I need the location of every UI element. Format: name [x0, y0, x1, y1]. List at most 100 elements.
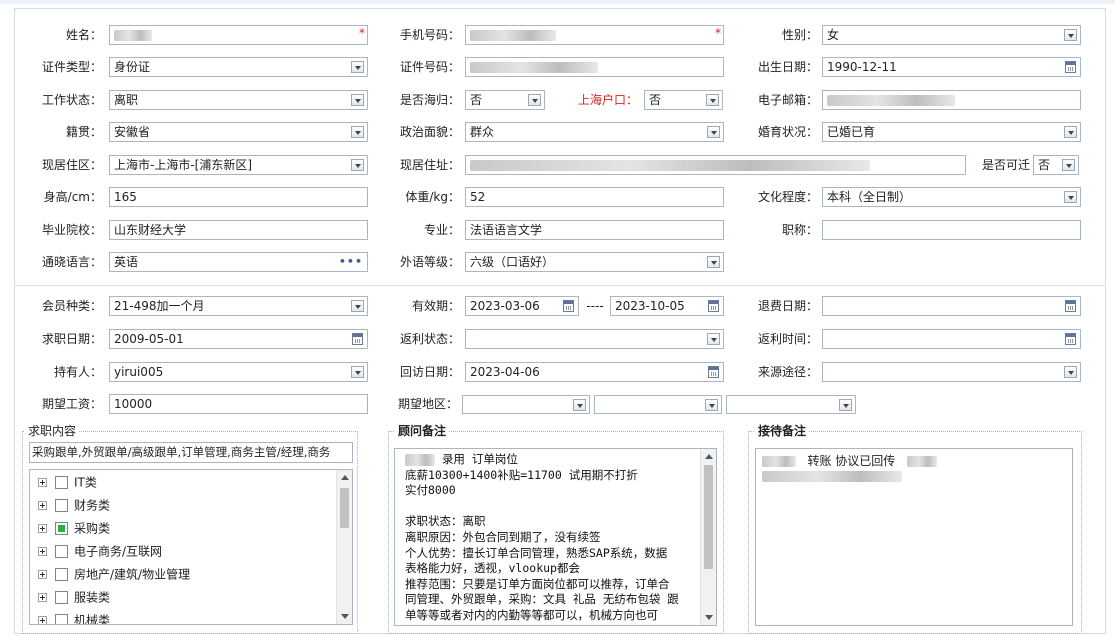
chevron-down-icon[interactable]	[1062, 159, 1075, 171]
tree-scrollbar[interactable]	[336, 470, 352, 624]
returnee-select[interactable]: 否	[465, 90, 545, 110]
calendar-icon[interactable]	[708, 366, 719, 378]
expand-plus-icon[interactable]	[38, 616, 47, 624]
tree-checkbox[interactable]	[55, 568, 68, 581]
tree-item[interactable]: 采购类	[38, 518, 110, 538]
member-type-select[interactable]: 21-498加一个月	[109, 296, 368, 316]
scroll-thumb[interactable]	[340, 488, 349, 528]
school-field[interactable]: 山东财经大学	[109, 220, 368, 240]
valid-to-field[interactable]: 2023-10-05	[610, 296, 724, 316]
chevron-down-icon[interactable]	[351, 300, 364, 312]
political-select[interactable]: 群众	[465, 122, 724, 142]
chevron-down-icon[interactable]	[1064, 191, 1077, 203]
scroll-up-icon[interactable]	[705, 454, 713, 459]
chevron-down-icon[interactable]	[1064, 366, 1077, 378]
notes-scrollbar[interactable]	[700, 449, 716, 625]
scroll-thumb[interactable]	[704, 465, 713, 569]
shanghai-hukou-select[interactable]: 否	[644, 90, 723, 110]
id-number-field[interactable]	[465, 57, 724, 77]
rebate-time-field[interactable]	[822, 329, 1081, 349]
chevron-down-icon[interactable]	[707, 126, 720, 138]
expected-area-province-select[interactable]	[462, 395, 590, 414]
consultant-notes-textarea[interactable]: 录用 订单岗位 底薪10300+1400补贴=11700 试用期不打折 实付80…	[394, 448, 717, 626]
job-seek-date-field[interactable]: 2009-05-01	[109, 329, 368, 349]
chevron-down-icon[interactable]	[707, 256, 720, 268]
name-field[interactable]: *	[109, 25, 368, 45]
job-content-selected-field[interactable]: 采购跟单,外贸跟单/高级跟单,订单管理,商务主管/经理,商务	[29, 442, 353, 463]
scroll-up-icon[interactable]	[341, 475, 349, 480]
job-category-tree[interactable]: IT类财务类采购类电子商务/互联网房地产/建筑/物业管理 服装类机械类	[29, 469, 353, 625]
tree-checkbox[interactable]	[55, 499, 68, 512]
calendar-icon[interactable]	[1065, 333, 1076, 345]
calendar-icon[interactable]	[563, 300, 574, 312]
chevron-down-icon[interactable]	[573, 399, 586, 411]
chevron-down-icon[interactable]	[705, 399, 718, 411]
major-value: 法语语言文学	[470, 223, 543, 237]
expand-plus-icon[interactable]	[38, 570, 47, 579]
major-field[interactable]: 法语语言文学	[465, 220, 724, 240]
tree-checkbox[interactable]	[55, 591, 68, 604]
expected-area-label: 期望地区：	[397, 397, 458, 411]
title-field[interactable]	[822, 220, 1081, 240]
gender-select[interactable]: 女	[822, 25, 1081, 45]
expand-plus-icon[interactable]	[38, 501, 47, 510]
scroll-down-icon[interactable]	[705, 615, 713, 620]
tree-item[interactable]: IT类	[38, 472, 97, 492]
expected-salary-field[interactable]: 10000	[109, 394, 368, 414]
reception-notes-textarea[interactable]: 转账 协议已回传	[755, 448, 1073, 626]
valid-from-field[interactable]: 2023-03-06	[465, 296, 579, 316]
chevron-down-icon[interactable]	[707, 333, 720, 345]
tree-item[interactable]: 服装类	[38, 587, 110, 607]
education-select[interactable]: 本科（全日制）	[822, 187, 1081, 207]
tree-checkbox[interactable]	[55, 614, 68, 624]
expand-plus-icon[interactable]	[38, 593, 47, 602]
expected-area-city-select[interactable]	[594, 395, 722, 414]
residence-address-field[interactable]	[465, 155, 966, 175]
refund-date-field[interactable]	[822, 296, 1081, 316]
chevron-down-icon[interactable]	[839, 399, 852, 411]
more-options-icon[interactable]: •••	[339, 253, 363, 271]
expand-plus-icon[interactable]	[38, 547, 47, 556]
revisit-date-field[interactable]: 2023-04-06	[465, 362, 724, 382]
language-field[interactable]: 英语 •••	[109, 252, 368, 272]
chevron-down-icon[interactable]	[351, 159, 364, 171]
relocate-select[interactable]: 否	[1033, 155, 1079, 175]
calendar-icon[interactable]	[352, 333, 363, 345]
holder-select[interactable]: yirui005	[109, 362, 368, 382]
chevron-down-icon[interactable]	[351, 126, 364, 138]
phone-field[interactable]: *	[465, 25, 724, 45]
birth-date-field[interactable]: 1990-12-11	[822, 57, 1081, 77]
chevron-down-icon[interactable]	[351, 366, 364, 378]
tree-item[interactable]: 机械类	[38, 610, 110, 624]
expand-plus-icon[interactable]	[38, 524, 47, 533]
calendar-icon[interactable]	[1065, 61, 1076, 73]
tree-item[interactable]: 财务类	[38, 495, 110, 515]
chevron-down-icon[interactable]	[351, 61, 364, 73]
weight-field[interactable]: 52	[465, 187, 724, 207]
native-place-select[interactable]: 安徽省	[109, 122, 368, 142]
chevron-down-icon[interactable]	[1064, 29, 1077, 41]
chevron-down-icon[interactable]	[706, 94, 719, 106]
tree-checkbox[interactable]	[55, 476, 68, 489]
tree-item[interactable]: 房地产/建筑/物业管理	[38, 564, 190, 584]
email-field[interactable]	[822, 90, 1081, 110]
scroll-down-icon[interactable]	[341, 614, 349, 619]
expected-area-district-select[interactable]	[726, 395, 856, 414]
id-type-select[interactable]: 身份证	[109, 57, 368, 77]
residence-area-select[interactable]: 上海市-上海市-[浦东新区]	[109, 155, 368, 175]
language-level-select[interactable]: 六级（口语好）	[465, 252, 724, 272]
chevron-down-icon[interactable]	[351, 94, 364, 106]
expand-plus-icon[interactable]	[38, 478, 47, 487]
calendar-icon[interactable]	[708, 300, 719, 312]
tree-item[interactable]: 电子商务/互联网	[38, 541, 162, 561]
marital-select[interactable]: 已婚已育	[822, 122, 1081, 142]
work-status-select[interactable]: 离职	[109, 90, 368, 110]
chevron-down-icon[interactable]	[1064, 126, 1077, 138]
rebate-status-select[interactable]	[465, 329, 724, 349]
source-select[interactable]	[822, 362, 1081, 382]
tree-checkbox[interactable]	[55, 545, 68, 558]
chevron-down-icon[interactable]	[528, 94, 541, 106]
height-field[interactable]: 165	[109, 187, 368, 207]
calendar-icon[interactable]	[1065, 300, 1076, 312]
tree-checkbox[interactable]	[55, 522, 68, 535]
